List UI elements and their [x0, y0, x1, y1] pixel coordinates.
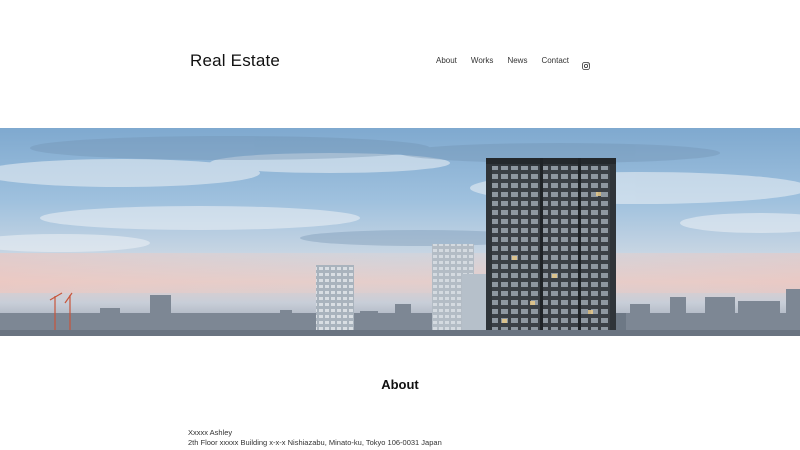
nav-works[interactable]: Works	[471, 56, 494, 66]
instagram-icon[interactable]	[582, 57, 590, 70]
company-address: 2th Floor xxxxx Building x-x-x Nishiazab…	[188, 438, 442, 447]
section-heading-about: About	[381, 377, 419, 392]
company-name: Xxxxx Ashley	[188, 428, 233, 437]
address-block: Xxxxx Ashley 2th Floor xxxxx Building x-…	[188, 428, 442, 448]
city-skyline-photo	[0, 128, 800, 336]
page: Real Estate About Works News Contact Abo…	[0, 0, 800, 450]
site-title[interactable]: Real Estate	[190, 51, 280, 71]
main-nav: About Works News Contact	[436, 56, 590, 70]
nav-about[interactable]: About	[436, 56, 457, 66]
nav-news[interactable]: News	[507, 56, 527, 66]
nav-contact[interactable]: Contact	[541, 56, 569, 66]
hero-image	[0, 128, 800, 336]
